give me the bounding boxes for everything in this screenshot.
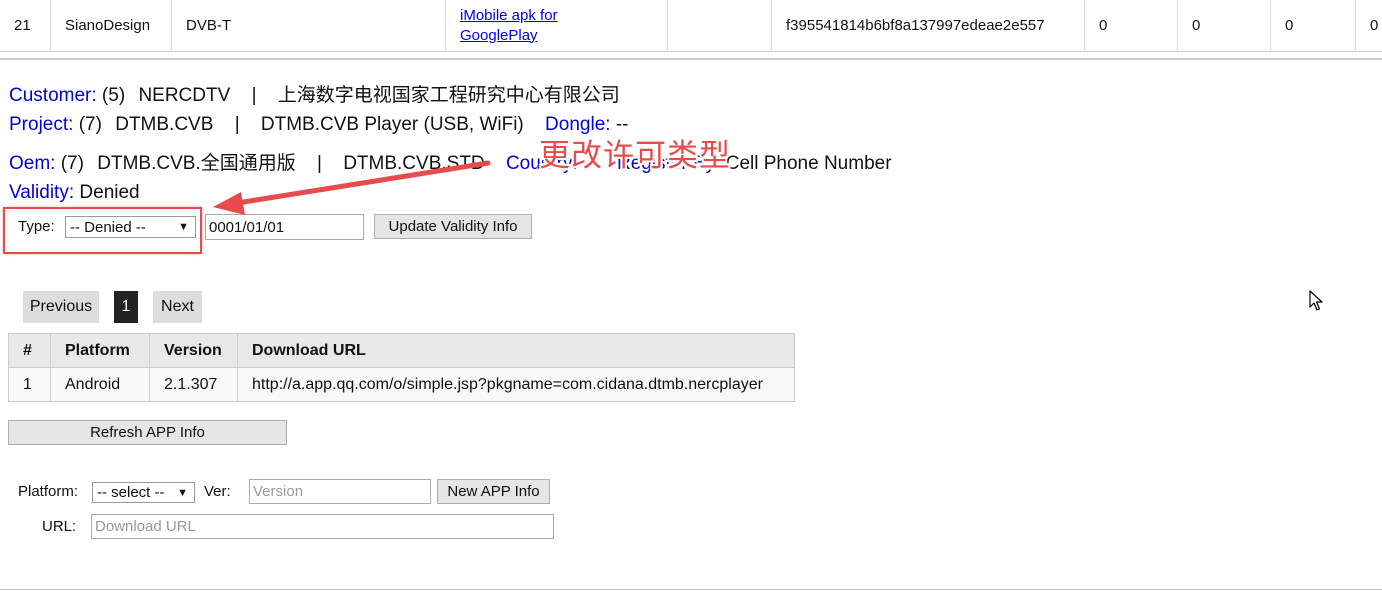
col-header-index: # (8, 333, 51, 368)
new-app-info-button[interactable]: New APP Info (437, 479, 550, 504)
validity-label: Validity: (9, 182, 75, 203)
validity-date-input[interactable]: 0001/01/01 (205, 214, 364, 240)
validity-value: Denied (79, 182, 140, 203)
row-hash: f395541814b6bf8a137997edeae2e557 (771, 0, 1084, 51)
platform-selected: -- select -- (97, 484, 165, 501)
project-full-name: DTMB.CVB Player (USB, WiFi) (260, 114, 524, 135)
row-standard: DVB-T (171, 0, 445, 51)
row-index: 21 (14, 17, 31, 34)
project-line: Project: (7) DTMB.CVB | DTMB.CVB Player … (9, 114, 628, 136)
col-header-version: Version (149, 333, 238, 368)
app-link[interactable]: iMobile apk for GooglePlay (460, 6, 600, 46)
oem-count: (7) (60, 153, 84, 174)
row-empty-cell (667, 0, 771, 51)
cell-download-url: http://a.app.qq.com/o/simple.jsp?pkgname… (237, 367, 795, 402)
row-customer: SianoDesign (50, 0, 171, 51)
col-header-download-url: Download URL (237, 333, 795, 368)
previous-page-button[interactable]: Previous (23, 291, 99, 323)
customer-count: (5) (101, 85, 126, 106)
license-table-row: 21 SianoDesign DVB-T iMobile apk for Goo… (0, 0, 1382, 52)
annotation-highlight-box (3, 207, 202, 254)
refresh-app-info-button[interactable]: Refresh APP Info (8, 420, 287, 445)
row-count-1: 0 (1084, 0, 1177, 51)
cell-platform: Android (50, 367, 150, 402)
platform-select[interactable]: -- select -- ▼ (92, 482, 195, 503)
row-count-3: 0 (1270, 0, 1355, 51)
annotation-text: 更改许可类型 (539, 138, 731, 174)
row-count-2: 0 (1177, 0, 1270, 51)
separator: | (251, 85, 257, 106)
divider (0, 589, 1382, 590)
download-url-input[interactable]: Download URL (91, 514, 554, 539)
update-validity-button[interactable]: Update Validity Info (374, 214, 532, 239)
version-input[interactable]: Version (249, 479, 431, 504)
project-label: Project: (9, 114, 74, 135)
annotation-arrow-icon (213, 160, 491, 215)
divider (0, 58, 1382, 60)
page-1-button[interactable]: 1 (114, 291, 138, 323)
customer-name: NERCDTV (138, 85, 231, 106)
customer-line: Customer: (5) NERCDTV | 上海数字电视国家工程研究中心有限… (9, 80, 620, 107)
mouse-cursor-icon (1309, 290, 1323, 311)
register-by-value: Cell Phone Number (725, 153, 892, 174)
table-header-row: # Platform Version Download URL (8, 333, 795, 368)
validity-line: Validity: Denied (9, 182, 140, 204)
customer-full-name: 上海数字电视国家工程研究中心有限公司 (277, 85, 620, 106)
table-row: 1 Android 2.1.307 http://a.app.qq.com/o/… (8, 367, 795, 402)
url-label: URL: (42, 518, 77, 535)
project-name: DTMB.CVB (115, 114, 214, 135)
col-header-platform: Platform (50, 333, 150, 368)
app-info-table: # Platform Version Download URL 1 Androi… (8, 333, 795, 402)
row-count-4: 0 (1355, 0, 1382, 51)
project-count: (7) (78, 114, 102, 135)
row-app-cell: iMobile apk for GooglePlay (445, 0, 667, 51)
next-page-button[interactable]: Next (153, 291, 202, 323)
platform-label: Platform: (18, 483, 79, 500)
customer-label: Customer: (9, 85, 97, 106)
cell-version: 2.1.307 (149, 367, 238, 402)
chevron-down-icon: ▼ (177, 486, 188, 499)
separator: | (234, 114, 240, 135)
cell-index: 1 (8, 367, 51, 402)
oem-label: Oem: (9, 153, 56, 174)
ver-label: Ver: (204, 483, 231, 500)
